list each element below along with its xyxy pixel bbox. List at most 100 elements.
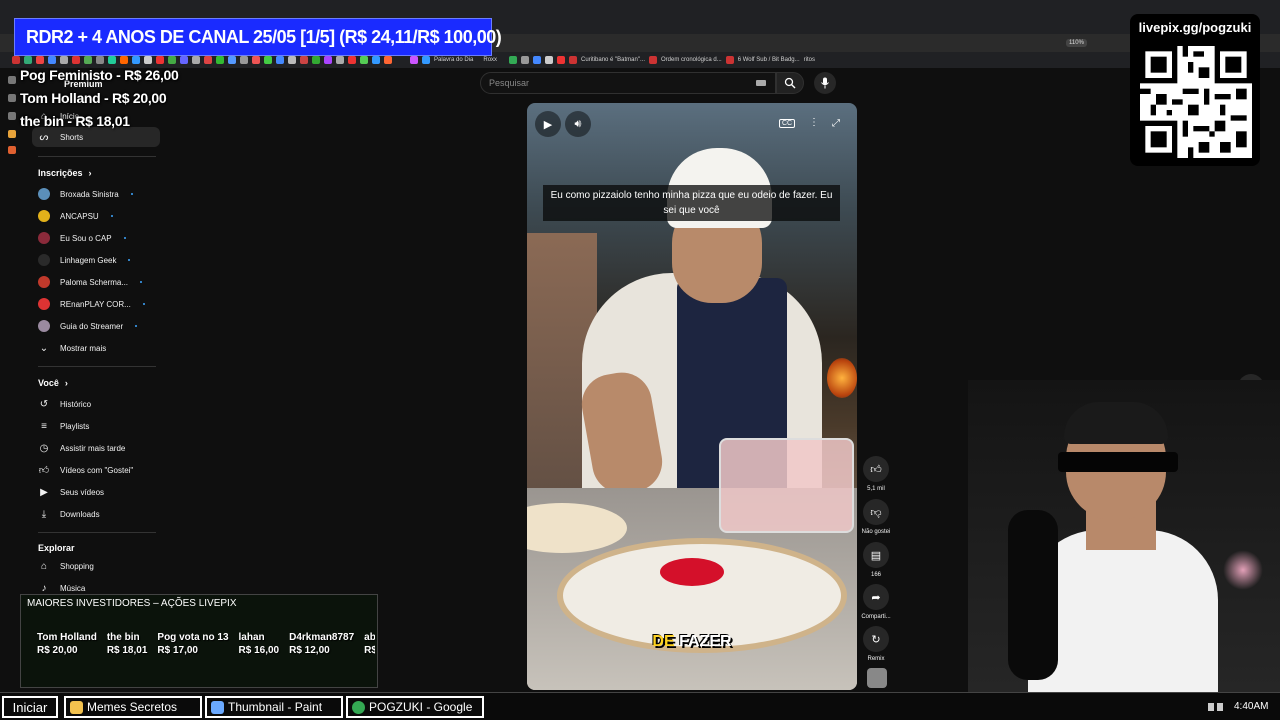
sidebar-item-shopping[interactable]: ⌂ Shopping: [32, 556, 160, 576]
bookmark-icon[interactable]: [725, 56, 734, 64]
clock[interactable]: 4:40AM: [1234, 701, 1268, 712]
sidebar-channel-ancapsu[interactable]: ANCAPSU: [32, 206, 160, 226]
bookmark-icon[interactable]: [12, 56, 20, 64]
bookmark-icon[interactable]: [120, 56, 128, 64]
bookmark-icon[interactable]: [348, 56, 356, 64]
bookmark-icon[interactable]: [336, 56, 344, 64]
captions-button[interactable]: CC: [779, 119, 796, 128]
subscriptions-heading[interactable]: Inscrições ›: [38, 168, 92, 178]
taskbar-item-chrome[interactable]: POGZUKI - Google: [346, 696, 484, 718]
sidebar-item-label: Playlists: [60, 421, 90, 431]
bookmark-icon[interactable]: [300, 56, 308, 64]
sidebar-channel-eu-sou-o-cap[interactable]: Eu Sou o CAP: [32, 228, 160, 248]
rail-icon[interactable]: [8, 94, 16, 102]
bookmark-roxx[interactable]: Roxx: [483, 57, 497, 63]
chevron-right-icon: ›: [64, 378, 68, 388]
zoom-indicator[interactable]: 110%: [1066, 39, 1087, 47]
search-input[interactable]: Pesquisar: [480, 72, 776, 94]
keyboard-icon[interactable]: [756, 80, 766, 86]
bookmark-icon[interactable]: [216, 56, 224, 64]
volume-button[interactable]: 🔊︎: [565, 111, 591, 137]
sidebar-channel-renanplay[interactable]: REnanPLAY COR...: [32, 294, 160, 314]
like-button[interactable]: 👍︎ 5,1 mil: [862, 456, 890, 492]
sidebar-item-your-videos[interactable]: ▶ Seus vídeos: [32, 482, 160, 502]
rail-icon[interactable]: [8, 130, 16, 138]
bookmark-icon[interactable]: [48, 56, 56, 64]
bookmark-icon[interactable]: [240, 56, 248, 64]
bookmark-icon[interactable]: [96, 56, 104, 64]
bookmark-icon[interactable]: [509, 56, 518, 64]
bookmark-icon[interactable]: [72, 56, 80, 64]
bookmark-icon[interactable]: [545, 56, 554, 64]
sidebar-item-downloads[interactable]: ⤓ Downloads: [32, 504, 160, 524]
bookmark-icon[interactable]: [422, 56, 430, 64]
bookmark-icon[interactable]: [180, 56, 188, 64]
sidebar-channel-linhagem-geek[interactable]: Linhagem Geek: [32, 250, 160, 270]
bookmark-curitibano[interactable]: Curitibano é "Batman"...: [581, 57, 645, 63]
sidebar-item-watch-later[interactable]: ◷ Assistir mais tarde: [32, 438, 160, 458]
sidebar-channel-paloma[interactable]: Paloma Scherma...: [32, 272, 160, 292]
dislike-button[interactable]: 👎︎ Não gostei: [862, 499, 890, 535]
bookmark-ordem-cronologica[interactable]: Ordem cronológica d...: [661, 57, 722, 63]
search-button[interactable]: [776, 72, 804, 94]
bookmark-icon[interactable]: [192, 56, 200, 64]
fullscreen-icon[interactable]: ⤢: [832, 118, 840, 129]
bookmark-icon[interactable]: [372, 56, 380, 64]
bookmark-icon[interactable]: [521, 56, 530, 64]
bookmark-icon[interactable]: [144, 56, 152, 64]
bookmark-icon[interactable]: [360, 56, 368, 64]
bookmark-icon[interactable]: [156, 56, 164, 64]
bookmark-icon[interactable]: [252, 56, 260, 64]
voice-search-button[interactable]: [814, 72, 836, 94]
sidebar-item-liked-videos[interactable]: 👍︎ Vídeos com "Gostei": [32, 460, 160, 480]
rail-icon[interactable]: [8, 76, 16, 84]
bookmark-overflow[interactable]: ritos: [804, 57, 815, 63]
you-heading[interactable]: Você ›: [38, 378, 68, 388]
bookmark-icon[interactable]: [649, 56, 657, 64]
sidebar-channel-guia-do-streamer[interactable]: Guia do Streamer: [32, 316, 160, 336]
ticker-item: abn R$ 1: [364, 631, 375, 657]
bookmark-icon[interactable]: [324, 56, 332, 64]
taskbar-item-memes-secretos[interactable]: Memes Secretos: [64, 696, 202, 718]
play-button[interactable]: ▶: [535, 111, 561, 137]
remix-button[interactable]: ↻ Remix: [862, 626, 890, 662]
bookmark-icon[interactable]: [288, 56, 296, 64]
sidebar-item-playlists[interactable]: ≡ Playlists: [32, 416, 160, 436]
share-button[interactable]: ➦ Comparti...: [861, 584, 891, 620]
comments-button[interactable]: ▤ 166: [862, 542, 890, 578]
system-tray[interactable]: [1208, 703, 1228, 711]
bookmark-icon[interactable]: [84, 56, 92, 64]
bookmark-icon[interactable]: [24, 56, 32, 64]
bookmark-icon[interactable]: [569, 56, 578, 64]
sound-thumbnail[interactable]: [867, 668, 887, 688]
bookmark-wolf-sub[interactable]: 6 Wolf Sub / Bit Badg...: [738, 57, 800, 63]
sidebar-item-shorts[interactable]: ᔕ Shorts: [32, 127, 160, 147]
taskbar-item-paint[interactable]: Thumbnail - Paint: [205, 696, 343, 718]
bookmark-icon[interactable]: [410, 56, 418, 64]
ticker-row: Tom Holland R$ 20,00 the bin R$ 18,01 Pog …: [37, 631, 375, 657]
bookmark-icon[interactable]: [60, 56, 68, 64]
rail-icon[interactable]: [8, 146, 16, 154]
rail-icon[interactable]: [8, 112, 16, 120]
bookmark-icon[interactable]: [312, 56, 320, 64]
bookmark-icon[interactable]: [276, 56, 284, 64]
bookmark-icon[interactable]: [36, 56, 44, 64]
start-button[interactable]: Iniciar: [2, 696, 58, 718]
bookmark-icon[interactable]: [168, 56, 176, 64]
bookmark-icon[interactable]: [228, 56, 236, 64]
bookmark-icon[interactable]: [108, 56, 116, 64]
more-options-icon[interactable]: ⋮: [809, 117, 819, 128]
bookmark-icon[interactable]: [264, 56, 272, 64]
webcam-microphone: [1008, 510, 1058, 680]
bookmark-icon[interactable]: [533, 56, 542, 64]
bookmark-palavra-do-dia[interactable]: Palavra do Dia: [434, 57, 473, 63]
bookmark-icon[interactable]: [204, 56, 212, 64]
shorts-video-player[interactable]: ▶ 🔊︎ CC ⋮ ⤢ Eu como pizzaiolo tenho minh…: [527, 103, 857, 690]
show-more-button[interactable]: ⌄ Mostrar mais: [32, 338, 160, 358]
bookmark-icon[interactable]: [384, 56, 392, 64]
bookmark-icon[interactable]: [557, 56, 566, 64]
sidebar-item-historico[interactable]: ↺ Histórico: [32, 394, 160, 414]
bookmark-icon[interactable]: [132, 56, 140, 64]
playlist-icon: ≡: [41, 420, 47, 432]
sidebar-channel-broxada-sinistra[interactable]: Broxada Sinistra: [32, 184, 160, 204]
